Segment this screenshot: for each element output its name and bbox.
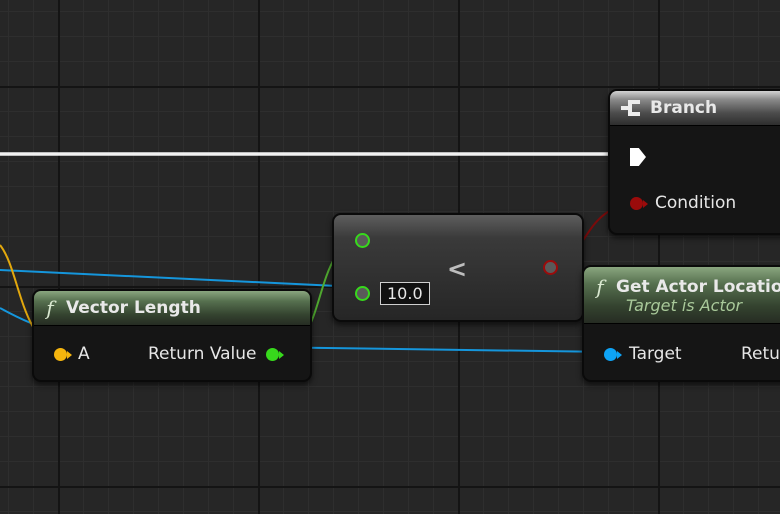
branch-icon: [620, 98, 642, 118]
vector-length-input-a-pin[interactable]: [54, 347, 72, 361]
function-icon: f: [596, 275, 604, 299]
less-than-input-a-row[interactable]: [355, 233, 370, 248]
get-actor-location-return-row[interactable]: Retu: [741, 344, 780, 364]
get-actor-location-target-label: Target: [629, 344, 682, 364]
less-than-input-b-row[interactable]: 10.0: [355, 282, 430, 305]
less-than-input-a-pin[interactable]: [355, 233, 370, 248]
vector-length-node[interactable]: f Vector Length A Return Value: [32, 289, 312, 382]
branch-condition-row[interactable]: Condition: [630, 193, 736, 213]
branch-node[interactable]: Branch Condition: [608, 89, 780, 235]
vector-length-return-pin[interactable]: [265, 347, 284, 361]
vector-length-input-a-row[interactable]: A: [54, 344, 90, 364]
vector-length-header[interactable]: f Vector Length: [34, 291, 310, 326]
branch-condition-pin[interactable]: [630, 196, 648, 210]
less-than-output-row[interactable]: [543, 260, 558, 275]
get-actor-location-title: Get Actor Locatio: [616, 277, 780, 297]
vector-length-input-a-label: A: [78, 344, 90, 364]
less-than-input-b-pin[interactable]: [355, 286, 370, 301]
get-actor-location-header[interactable]: f Get Actor Locatio Target is Actor: [584, 267, 780, 324]
branch-node-title: Branch: [650, 98, 718, 118]
less-than-operator: <: [447, 255, 468, 283]
less-than-node[interactable]: 10.0 <: [332, 213, 584, 322]
less-than-input-b-value[interactable]: 10.0: [380, 282, 430, 305]
branch-node-header[interactable]: Branch: [610, 91, 780, 126]
get-actor-location-return-label: Retu: [741, 344, 780, 364]
branch-condition-label: Condition: [655, 193, 737, 213]
get-actor-location-target-row[interactable]: Target: [604, 344, 682, 364]
get-actor-location-subtitle: Target is Actor: [626, 296, 743, 315]
vector-length-return-row[interactable]: Return Value: [148, 344, 284, 364]
vector-length-return-label: Return Value: [148, 344, 257, 364]
get-actor-location-node[interactable]: f Get Actor Locatio Target is Actor Targ…: [582, 265, 780, 382]
function-icon: f: [46, 296, 54, 320]
branch-exec-in-pin[interactable]: [630, 148, 646, 166]
branch-exec-in-row[interactable]: [630, 148, 646, 166]
less-than-output-pin[interactable]: [543, 260, 558, 275]
get-actor-location-target-pin[interactable]: [604, 347, 622, 361]
vector-length-title: Vector Length: [66, 298, 201, 318]
